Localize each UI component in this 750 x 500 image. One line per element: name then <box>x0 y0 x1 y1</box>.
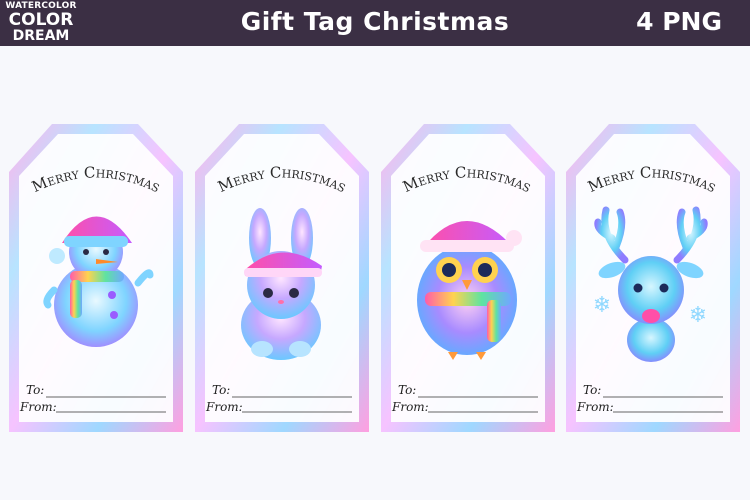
tag-2-from-label: From: <box>206 400 243 414</box>
tag-4-to-label: To: <box>583 383 602 397</box>
tag-2-to-label: To: <box>212 383 231 397</box>
svg-text:❄: ❄ <box>689 303 707 328</box>
tag-4-from-label: From: <box>577 400 614 414</box>
tag-1-to-label: To: <box>26 383 45 397</box>
gift-tags-canvas: Merry Christmas Merry Christmas Merry Ch… <box>9 124 740 432</box>
svg-text:❄: ❄ <box>593 293 611 318</box>
tag-3-from-label: From: <box>392 400 429 414</box>
tag-3-to-label: To: <box>398 383 417 397</box>
tag-1-from-label: From: <box>20 400 57 414</box>
